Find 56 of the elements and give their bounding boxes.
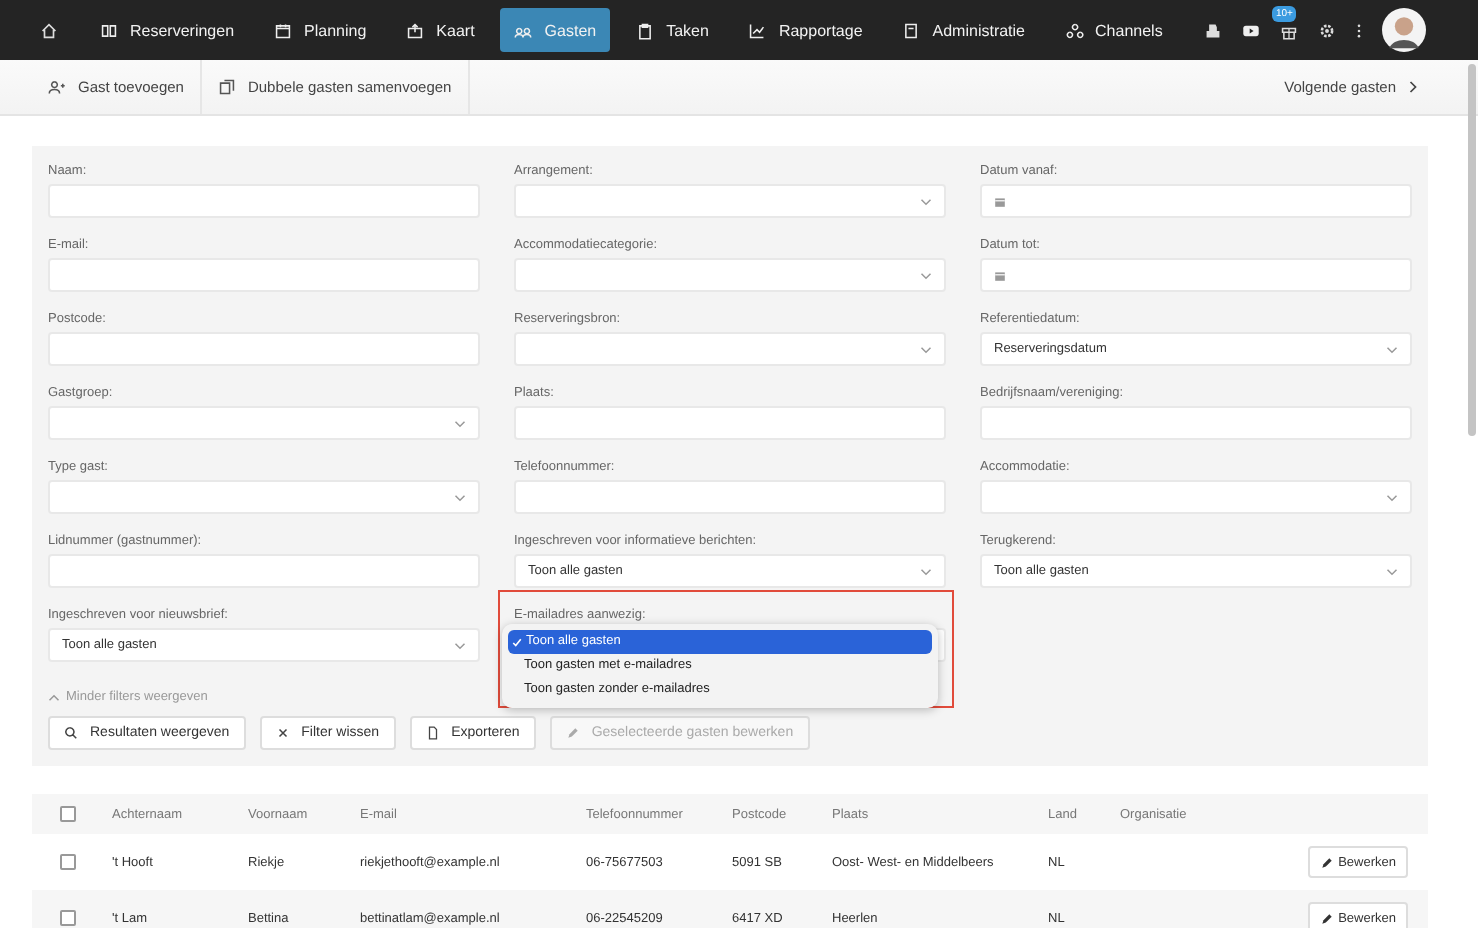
chevron-down-icon	[920, 567, 932, 575]
add-user-icon	[48, 78, 66, 96]
printer-icon[interactable]	[1204, 21, 1222, 39]
chevron-down-icon	[454, 493, 466, 501]
chevron-down-icon	[920, 345, 932, 353]
close-icon	[275, 726, 290, 740]
user-avatar[interactable]	[1382, 8, 1426, 52]
select-field[interactable]	[514, 184, 946, 218]
chevron-down-icon	[1386, 345, 1398, 353]
document-icon	[902, 21, 921, 39]
date-field[interactable]	[980, 258, 1412, 292]
book-icon	[100, 21, 118, 39]
home-icon[interactable]	[40, 21, 58, 39]
chevron-down-icon	[454, 641, 466, 649]
row-checkbox[interactable]	[60, 910, 76, 926]
upload-icon	[406, 21, 425, 39]
select-field[interactable]	[48, 406, 480, 440]
select-field[interactable]	[514, 258, 946, 292]
select-all-checkbox[interactable]	[60, 806, 76, 822]
check-icon	[512, 637, 522, 647]
scrollbar[interactable]	[1468, 64, 1476, 436]
settings-icon[interactable]	[1318, 21, 1336, 39]
chevron-up-icon	[48, 693, 60, 701]
clipboard-icon	[636, 21, 655, 39]
chevron-right-icon	[1408, 80, 1418, 94]
document-icon	[425, 726, 440, 740]
more-icon[interactable]	[1356, 21, 1362, 39]
search-icon	[64, 726, 78, 740]
pencil-icon	[565, 726, 580, 740]
nav-tab[interactable]: Rapportage	[734, 8, 877, 52]
nav-tab[interactable]: Kaart	[392, 8, 489, 52]
copy-icon	[217, 78, 236, 96]
chart-icon	[748, 21, 767, 39]
nav-tab[interactable]: Reserveringen	[86, 8, 249, 52]
select-field[interactable]	[514, 332, 946, 366]
nav-tab[interactable]: Administratie	[888, 8, 1040, 52]
nav-tab[interactable]: Taken	[622, 8, 723, 52]
date-field[interactable]	[980, 184, 1412, 218]
chevron-down-icon	[1386, 493, 1398, 501]
nav-tab[interactable]: Gasten	[500, 8, 611, 52]
calendar-icon	[994, 195, 1006, 207]
video-icon[interactable]	[1242, 21, 1260, 39]
chevron-down-icon	[454, 419, 466, 427]
nodes-icon	[1065, 21, 1084, 39]
select-field[interactable]	[48, 480, 480, 514]
row-checkbox[interactable]	[60, 854, 76, 870]
pencil-icon	[1320, 855, 1335, 869]
pencil-icon	[1320, 911, 1335, 925]
chevron-down-icon	[920, 197, 932, 205]
chevron-down-icon	[920, 271, 932, 279]
select-field[interactable]	[980, 480, 1412, 514]
nav-tab[interactable]: Planning	[260, 8, 381, 52]
nav-tab[interactable]: Channels	[1051, 8, 1177, 52]
calendar-icon	[994, 269, 1006, 281]
chevron-down-icon	[1386, 567, 1398, 575]
calendar-icon	[274, 21, 293, 39]
